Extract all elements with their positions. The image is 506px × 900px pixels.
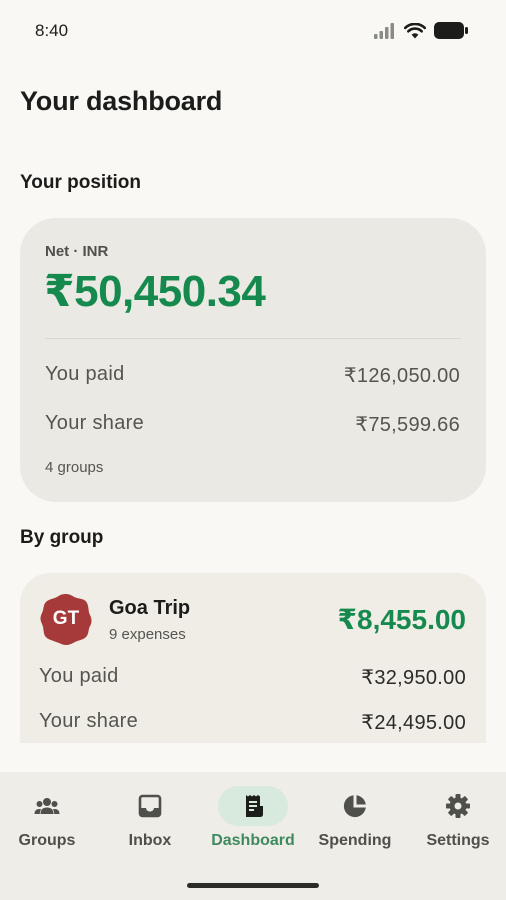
- bottom-navigation: Groups Inbox Dashboard Spending Settings: [0, 772, 506, 900]
- net-label: Net · INR: [45, 243, 109, 260]
- inbox-icon: [138, 794, 162, 818]
- group-net-value: ₹8,455.00: [337, 604, 466, 635]
- nav-label-dashboard: Dashboard: [211, 832, 295, 849]
- by-group-section-title: By group: [20, 527, 104, 548]
- group-your-share-value: ₹24,495.00: [361, 712, 466, 734]
- divider: [45, 338, 461, 339]
- nav-item-spending[interactable]: Spending: [305, 772, 405, 872]
- nav-item-dashboard[interactable]: Dashboard: [203, 772, 303, 872]
- net-balance-value: ₹50,450.34: [44, 267, 266, 316]
- pie-chart-icon: [343, 795, 366, 818]
- home-indicator: [187, 883, 319, 888]
- nav-label-spending: Spending: [318, 832, 392, 849]
- group-card-goa-trip[interactable]: GT Goa Trip 9 expenses ₹8,455.00 You pai…: [20, 573, 486, 743]
- groups-icon: [34, 798, 60, 814]
- nav-label-groups: Groups: [18, 832, 76, 849]
- nav-label-settings: Settings: [426, 832, 490, 849]
- position-section-title: Your position: [20, 172, 142, 193]
- your-share-label: Your share: [45, 412, 144, 434]
- nav-item-inbox[interactable]: Inbox: [100, 772, 200, 872]
- position-summary-card: Net · INR ₹50,450.34 You paid ₹126,050.0…: [20, 218, 486, 502]
- battery-icon: [434, 22, 468, 39]
- your-share-value: ₹75,599.66: [355, 414, 460, 436]
- group-you-paid-label: You paid: [39, 665, 119, 687]
- nav-item-settings[interactable]: Settings: [408, 772, 506, 872]
- status-icons: [374, 22, 468, 39]
- groups-count: 4 groups: [45, 459, 104, 476]
- wifi-icon: [404, 22, 426, 38]
- group-you-paid-value: ₹32,950.00: [361, 667, 466, 689]
- dashboard-icon: [246, 795, 263, 817]
- gear-icon: [446, 794, 470, 818]
- nav-item-groups[interactable]: Groups: [0, 772, 97, 872]
- status-time: 8:40: [35, 21, 69, 40]
- status-bar: 8:40: [0, 0, 506, 64]
- page-title: Your dashboard: [20, 86, 223, 116]
- group-name: Goa Trip: [109, 597, 191, 619]
- cellular-signal-icon: [374, 22, 394, 39]
- you-paid-value: ₹126,050.00: [343, 365, 460, 387]
- group-initials: GT: [52, 608, 80, 629]
- nav-label-inbox: Inbox: [128, 832, 172, 849]
- you-paid-label: You paid: [45, 363, 125, 385]
- group-avatar: GT: [40, 593, 92, 645]
- group-expense-count: 9 expenses: [109, 626, 186, 643]
- group-your-share-label: Your share: [39, 710, 138, 732]
